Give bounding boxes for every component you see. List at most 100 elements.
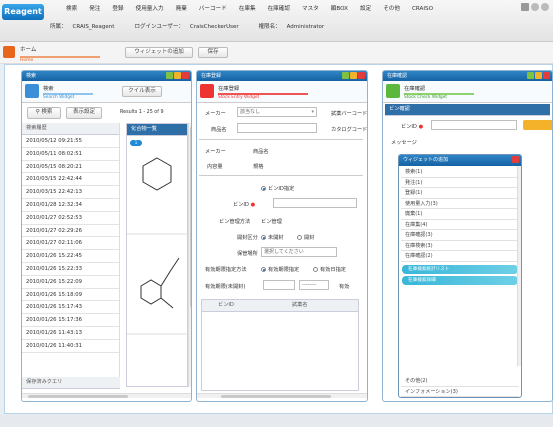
- home-icon[interactable]: [3, 46, 15, 58]
- minimize-icon[interactable]: [166, 72, 173, 79]
- popup-item[interactable]: 使用量入力(3): [401, 199, 519, 209]
- app-logo: Reagent: [2, 4, 44, 20]
- menu-item[interactable]: マスタ: [296, 4, 325, 14]
- history-item[interactable]: 2010/01/27 02:29:26: [22, 225, 119, 238]
- history-item[interactable]: 2010/01/26 11:40:31: [22, 340, 119, 353]
- menu-item[interactable]: 在庫集: [233, 4, 262, 14]
- stock-panel-header[interactable]: 在庫登録: [197, 71, 367, 81]
- user-icon[interactable]: [531, 3, 539, 11]
- menu-item[interactable]: その他: [377, 4, 406, 14]
- popup-scrollbar[interactable]: [517, 166, 521, 366]
- close-icon[interactable]: [543, 72, 550, 79]
- maximize-icon[interactable]: [535, 72, 542, 79]
- check-button[interactable]: [523, 120, 552, 130]
- close-icon[interactable]: [358, 72, 365, 79]
- check-panel-header[interactable]: 在庫確認: [383, 71, 552, 81]
- history-item[interactable]: 2010/05/12 09:21:55: [22, 135, 119, 148]
- menu-item[interactable]: 顕BOX: [325, 4, 354, 14]
- search-h-thumb[interactable]: [28, 395, 128, 398]
- query-display-button[interactable]: クイル表示: [122, 86, 162, 97]
- save-button[interactable]: 保存: [198, 47, 228, 58]
- structure-list: 化合物一覧 1: [126, 123, 189, 387]
- search-scroll-thumb[interactable]: [190, 127, 191, 307]
- grid-icon[interactable]: [521, 3, 529, 11]
- results-text: Results 1 - 25 of 9: [120, 110, 164, 115]
- radio-icon[interactable]: [313, 267, 318, 272]
- maker-select[interactable]: 該当なし ▾: [237, 107, 317, 117]
- close-icon[interactable]: [182, 72, 189, 79]
- search-scrollbar[interactable]: [188, 123, 191, 387]
- check-bottle-input[interactable]: [431, 120, 517, 130]
- popup-item[interactable]: 在庫確認(3): [401, 230, 519, 241]
- menu-item[interactable]: 設定: [354, 4, 377, 14]
- radio-icon[interactable]: [261, 186, 266, 191]
- history-item[interactable]: 2010/03/15 22:42:44: [22, 173, 119, 187]
- open-unopened-radio[interactable]: 未開封: [261, 234, 284, 241]
- expiry-input[interactable]: [263, 280, 295, 290]
- popup-item[interactable]: 登録(1): [401, 188, 519, 199]
- place-value: 選択してください: [264, 249, 304, 255]
- popup-footer-item[interactable]: その他(2): [401, 376, 519, 387]
- history-item[interactable]: 2010/01/26 15:18:09: [22, 289, 119, 302]
- history-item[interactable]: 2010/01/26 15:22:45: [22, 250, 119, 263]
- popup-item[interactable]: 廃棄(1): [401, 209, 519, 220]
- minimize-icon[interactable]: [342, 72, 349, 79]
- maximize-icon[interactable]: [350, 72, 357, 79]
- popup-pill-2[interactable]: 在庫検索詳細: [402, 275, 518, 285]
- popup-item[interactable]: 検索(1): [401, 167, 519, 178]
- history-item[interactable]: 2010/01/28 12:32:34: [22, 199, 119, 212]
- history-item[interactable]: 2010/01/26 11:43:13: [22, 327, 119, 340]
- saved-query-strip[interactable]: 保存済みクエリ: [22, 377, 120, 389]
- history-item[interactable]: 2010/05/15 08:20:21: [22, 161, 119, 174]
- menu-item[interactable]: 発注: [83, 4, 106, 14]
- popup-item[interactable]: 在庫検索(3): [401, 241, 519, 251]
- menu-item[interactable]: 検索: [60, 4, 83, 14]
- radio-icon[interactable]: [261, 235, 266, 240]
- popup-item[interactable]: 発注(1): [401, 178, 519, 188]
- stock-h-thumb[interactable]: [221, 395, 331, 398]
- open-opened-radio[interactable]: 開封: [297, 234, 314, 241]
- popup-header[interactable]: ウィジェットの追加: [399, 155, 521, 166]
- add-widget-button[interactable]: ウィジェットの追加: [125, 47, 193, 58]
- radio-icon[interactable]: [297, 235, 302, 240]
- history-item[interactable]: 2010/01/27 02:52:53: [22, 212, 119, 225]
- history-item[interactable]: 2010/01/26 15:22:09: [22, 276, 119, 289]
- display-settings-button[interactable]: 表示設定: [66, 107, 102, 119]
- popup-item[interactable]: 在庫集(4): [401, 220, 519, 230]
- expiry-opt2-radio[interactable]: 有効日指定: [313, 266, 346, 273]
- maximize-icon[interactable]: [174, 72, 181, 79]
- menu-item[interactable]: CRAISO: [406, 4, 439, 14]
- expiry-opt1-radio[interactable]: 有効期限指定: [261, 266, 299, 273]
- popup-footer-item[interactable]: インフォメーション(3): [401, 387, 519, 397]
- popup-pill-1[interactable]: 在庫検索統計リスト: [402, 264, 518, 274]
- auth-label: 権限名：: [258, 24, 281, 30]
- menu-item[interactable]: 廃棄: [170, 4, 193, 14]
- menu-item[interactable]: バーコード: [193, 4, 233, 14]
- radio-bottle-id[interactable]: ビンID指定: [261, 185, 294, 192]
- close-icon[interactable]: [512, 156, 519, 163]
- radio-icon[interactable]: [261, 267, 266, 272]
- search-h-scrollbar[interactable]: [22, 393, 191, 398]
- minimize-icon[interactable]: [527, 72, 534, 79]
- product-name-input[interactable]: [237, 123, 317, 133]
- expiry-tail: 有効: [339, 284, 350, 290]
- history-item[interactable]: 2010/01/26 15:17:36: [22, 314, 119, 327]
- history-item[interactable]: 2010/05/11 08:02:51: [22, 148, 119, 161]
- login-label: ログインユーザー：: [134, 24, 184, 30]
- menu-item[interactable]: 登録: [106, 4, 129, 14]
- stock-sub-header: 在庫登録 Stock Entry Widget: [197, 81, 367, 103]
- place-select[interactable]: 選択してください: [261, 247, 337, 257]
- popup-item[interactable]: 在庫確認(2): [401, 251, 519, 262]
- history-item[interactable]: 2010/01/26 15:17:43: [22, 301, 119, 315]
- history-item[interactable]: 2010/01/26 15:22:33: [22, 263, 119, 276]
- search-button[interactable]: ⚲ 検索: [27, 107, 61, 119]
- history-item[interactable]: 2010/01/27 02:11:06: [22, 237, 119, 251]
- menu-item[interactable]: 使用量入力: [130, 4, 170, 14]
- bottle-id-input[interactable]: [273, 198, 357, 208]
- stock-h-scrollbar[interactable]: [197, 393, 367, 398]
- history-item[interactable]: 2010/03/15 22:42:13: [22, 186, 119, 199]
- menu-item[interactable]: 在庫確認: [262, 4, 296, 14]
- search-panel-header[interactable]: 検索: [22, 71, 191, 81]
- expiry-select[interactable]: --------: [299, 280, 329, 290]
- help-icon[interactable]: [541, 3, 549, 11]
